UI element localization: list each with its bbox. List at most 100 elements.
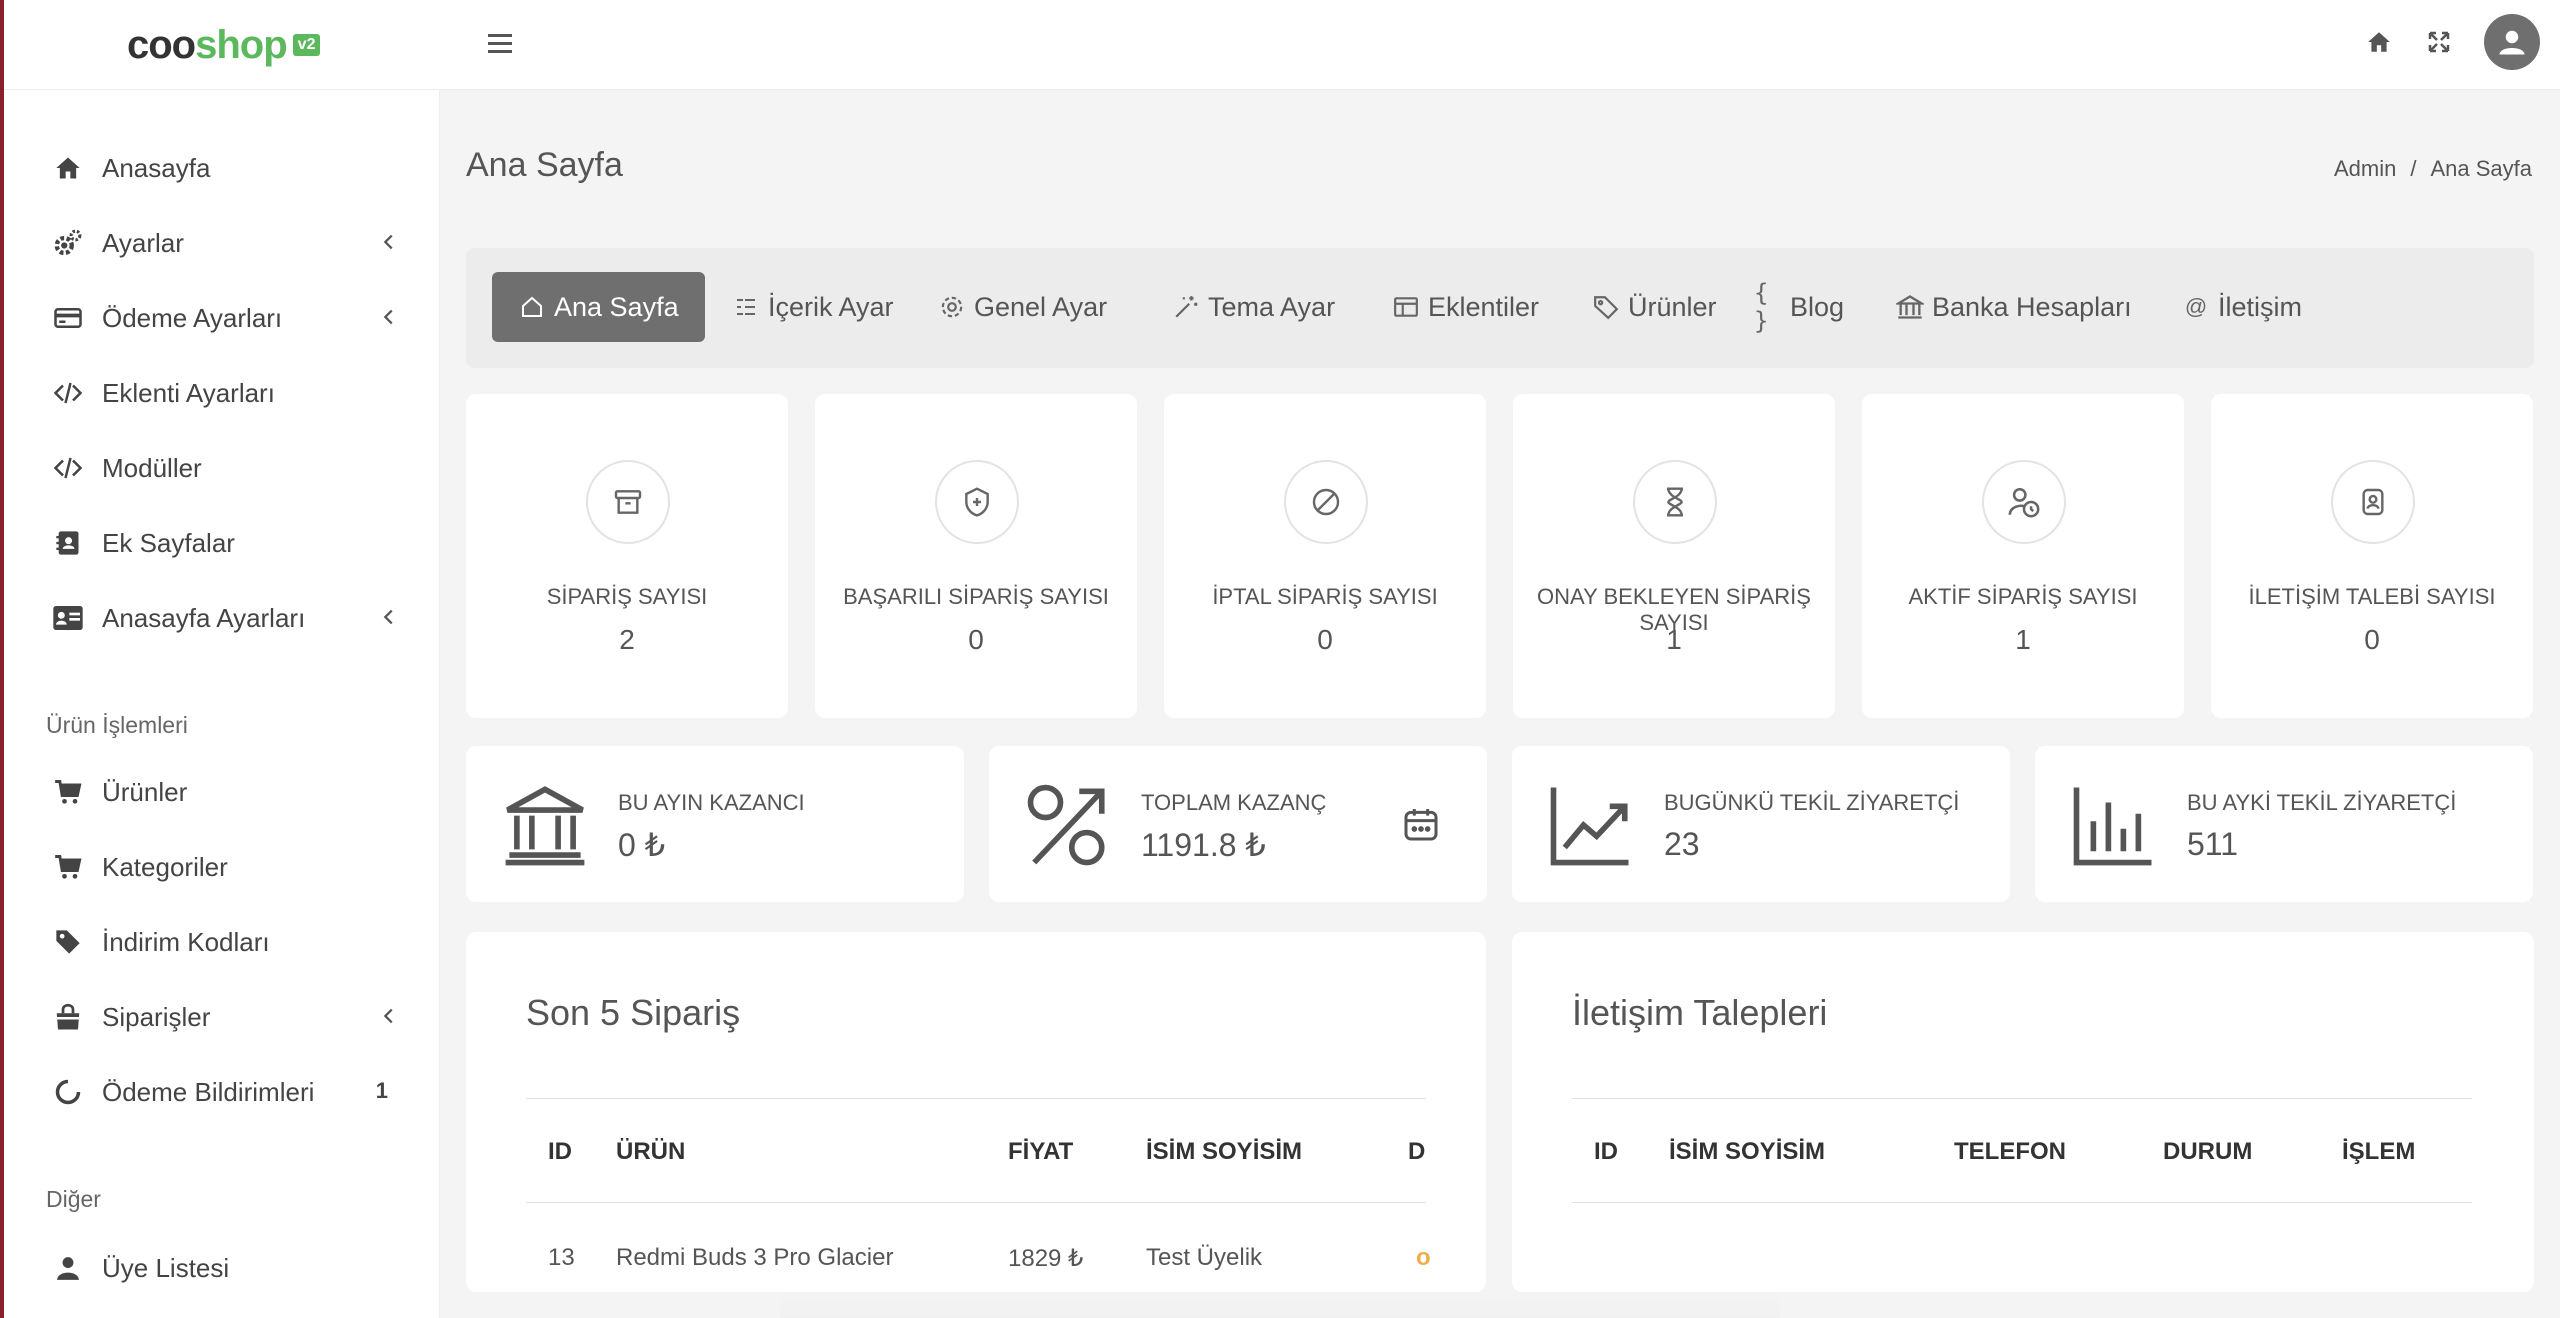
cell-id: 13 <box>548 1244 575 1271</box>
gear-icon <box>938 293 966 321</box>
sidebar-item-label: Ayarlar <box>102 227 184 258</box>
sidebar-item-label: İndirim Kodları <box>102 926 270 957</box>
home-icon[interactable] <box>2364 27 2394 57</box>
sidebar-item-odeme-bildirimleri[interactable]: Ödeme Bildirimleri 1 <box>0 1062 440 1122</box>
sidebar-item-siparisler[interactable]: Siparişler <box>0 987 440 1047</box>
fullscreen-icon[interactable] <box>2424 27 2454 57</box>
column-header-product: ÜRÜN <box>616 1138 686 1165</box>
sidebar-item-eklenti-ayarlari[interactable]: Eklenti Ayarları <box>0 363 440 423</box>
code-icon <box>52 377 84 409</box>
bank-icon <box>505 786 585 866</box>
menu-toggle-icon[interactable] <box>484 28 516 60</box>
divider <box>526 1098 1426 1099</box>
bottom-fade <box>780 1290 1780 1318</box>
chevron-left-icon <box>383 234 393 250</box>
cell-name: Test Üyelik <box>1146 1244 1263 1271</box>
tab-label: Blog <box>1790 291 1845 322</box>
braces-icon: { } <box>1754 279 1769 335</box>
tab-label: Banka Hesapları <box>1932 291 2132 322</box>
logo-text-part1: coo <box>127 22 196 67</box>
sidebar-item-label: Siparişler <box>102 1001 211 1032</box>
hourglass-icon <box>1633 460 1717 544</box>
stat-label: SİPARİŞ SAYISI <box>546 584 708 609</box>
earn-label: TOPLAM KAZANÇ <box>1141 790 1327 815</box>
shopping-bag-icon <box>52 1001 84 1033</box>
column-header-id: ID <box>548 1138 572 1165</box>
tab-ana-sayfa[interactable]: Ana Sayfa <box>492 272 705 342</box>
tab-tema-ayar[interactable]: Tema Ayar <box>1146 272 1361 342</box>
tab-label: Ana Sayfa <box>554 291 679 322</box>
earn-card-today-visitors: BUGÜNKÜ TEKİL ZİYARETÇİ 23 <box>1512 746 2010 902</box>
column-header-action: İŞLEM <box>2342 1138 2416 1165</box>
breadcrumb-admin-link[interactable]: Admin <box>2334 156 2396 182</box>
sidebar-item-uye-listesi[interactable]: Üye Listesi <box>0 1238 440 1298</box>
breadcrumb-current: Ana Sayfa <box>2430 156 2532 181</box>
logo-version-badge: v2 <box>292 34 321 56</box>
tab-label: Eklentiler <box>1428 291 1540 322</box>
stat-value: 0 <box>1317 624 1333 655</box>
calendar-icon[interactable] <box>1401 804 1441 844</box>
sidebar-item-ek-sayfalar[interactable]: Ek Sayfalar <box>0 513 440 573</box>
user-avatar[interactable] <box>2484 14 2540 70</box>
spinner-icon <box>52 1076 84 1108</box>
home-icon <box>52 152 84 184</box>
chevron-left-icon <box>383 1008 393 1024</box>
column-header-id: ID <box>1594 1138 1618 1165</box>
ban-icon <box>1284 460 1368 544</box>
tab-eklentiler[interactable]: Eklentiler <box>1366 272 1565 342</box>
top-bar: coo shop v2 <box>0 0 2560 90</box>
at-icon: @ <box>2184 294 2208 319</box>
sidebar-item-ayarlar[interactable]: Ayarlar <box>0 213 440 273</box>
divider <box>526 1202 1426 1203</box>
earn-label: BUGÜNKÜ TEKİL ZİYARETÇİ <box>1664 790 1960 815</box>
sidebar-item-label: Ürünler <box>102 776 188 807</box>
notification-badge: 1 <box>375 1078 388 1103</box>
logo-text-part2: shop <box>195 22 288 67</box>
code-icon <box>52 452 84 484</box>
tag-icon <box>52 926 84 958</box>
trend-up-icon <box>1550 787 1629 866</box>
contact-book-icon <box>52 527 84 559</box>
tab-banka-hesaplari[interactable]: Banka Hesapları <box>1870 272 2158 342</box>
tab-label: Tema Ayar <box>1208 291 1336 322</box>
tab-blog[interactable]: { } Blog <box>1728 272 1870 342</box>
column-header-status: DURUM <box>2163 1138 2253 1165</box>
cart-icon <box>52 851 84 883</box>
column-header-name: İSİM SOYİSİM <box>1669 1138 1826 1165</box>
chevron-left-icon <box>383 309 393 325</box>
sidebar-item-label: Kategoriler <box>102 851 228 882</box>
sidebar-item-odeme-ayarlari[interactable]: Ödeme Ayarları <box>0 288 440 348</box>
sidebar-item-indirim-kodlari[interactable]: İndirim Kodları <box>0 912 440 972</box>
tab-genel-ayar[interactable]: Genel Ayar <box>912 272 1133 342</box>
house-icon <box>518 293 546 321</box>
brand-logo[interactable]: coo shop v2 <box>127 20 321 70</box>
earn-value: 1191.8 ₺ <box>1141 827 1266 863</box>
earn-value: 23 <box>1664 826 1700 862</box>
panel-title: İletişim Talepleri <box>1572 992 1828 1033</box>
tab-iletisim[interactable]: @ İletişim <box>2156 272 2328 342</box>
sidebar-item-anasayfa-ayarlari[interactable]: Anasayfa Ayarları <box>0 588 440 648</box>
sidebar-item-kategoriler[interactable]: Kategoriler <box>0 837 440 897</box>
recent-orders-panel: Son 5 Sipariş ID ÜRÜN FİYAT İSİM SOYİSİM… <box>466 932 1486 1292</box>
section-header-other: Diğer <box>46 1186 101 1212</box>
panel-title: Son 5 Sipariş <box>526 992 741 1033</box>
tab-icerik-ayar[interactable]: İçerik Ayar <box>706 272 920 342</box>
sidebar-item-label: Modüller <box>102 452 202 483</box>
earn-label: BU AYKİ TEKİL ZİYARETÇİ <box>2187 790 2457 815</box>
sidebar-item-label: Anasayfa Ayarları <box>102 602 306 633</box>
section-header-products: Ürün İşlemleri <box>46 712 188 738</box>
contact-requests-panel: İletişim Talepleri ID İSİM SOYİSİM TELEF… <box>1512 932 2534 1292</box>
sidebar-item-anasayfa[interactable]: Anasayfa <box>0 138 440 198</box>
window-edge <box>0 0 4 1318</box>
user-clock-icon <box>1982 460 2066 544</box>
settings-tab-bar: Ana Sayfa İçerik Ayar Genel Ayar Tema Ay… <box>466 248 2534 368</box>
tag-icon <box>1592 293 1620 321</box>
sidebar-item-label: Ek Sayfalar <box>102 527 235 558</box>
stat-card-active-orders: AKTİF SİPARİŞ SAYISI 1 <box>1862 394 2184 718</box>
tab-urunler[interactable]: Ürünler <box>1566 272 1743 342</box>
sidebar-item-moduller[interactable]: Modüller <box>0 438 440 498</box>
earn-card-total: TOPLAM KAZANÇ 1191.8 ₺ <box>989 746 1487 902</box>
sidebar-item-urunler[interactable]: Ürünler <box>0 762 440 822</box>
stat-card-orders: SİPARİŞ SAYISI 2 <box>466 394 788 718</box>
stat-label: BAŞARILI SİPARİŞ SAYISI <box>843 584 1109 609</box>
